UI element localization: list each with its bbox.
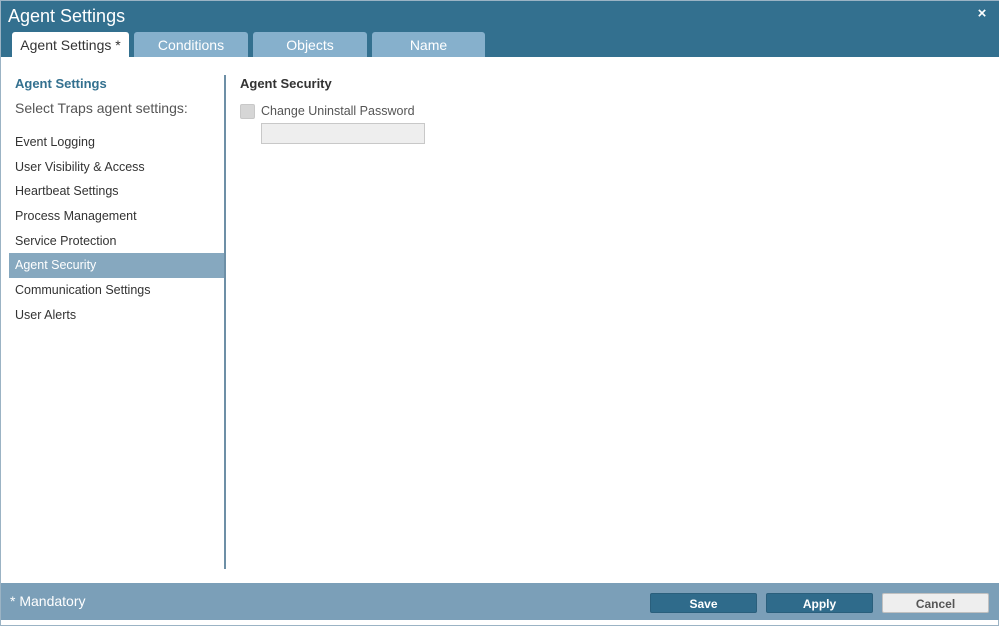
settings-content: Agent Security Change Uninstall Password: [240, 75, 980, 569]
sidebar-item-communication-settings[interactable]: Communication Settings: [9, 278, 224, 303]
title-bar: Agent Settings × Agent Settings * Condit…: [1, 1, 999, 57]
sidebar-item-user-visibility-access[interactable]: User Visibility & Access: [9, 155, 224, 180]
sidebar-item-user-alerts[interactable]: User Alerts: [9, 303, 224, 328]
agent-settings-dialog: Agent Settings × Agent Settings * Condit…: [0, 0, 999, 626]
tab-objects[interactable]: Objects: [253, 32, 367, 57]
dialog-title: Agent Settings: [8, 6, 126, 26]
sidebar-item-agent-security[interactable]: Agent Security: [9, 253, 224, 279]
change-uninstall-password-checkbox[interactable]: [240, 103, 255, 119]
cancel-button[interactable]: Cancel: [882, 593, 989, 613]
close-icon[interactable]: ×: [974, 6, 990, 22]
tab-conditions[interactable]: Conditions: [134, 32, 248, 57]
settings-sidebar: Agent Settings Select Traps agent settin…: [9, 75, 226, 569]
apply-button[interactable]: Apply: [766, 593, 873, 613]
save-button[interactable]: Save: [650, 593, 757, 613]
dialog-footer: * Mandatory Save Apply Cancel: [1, 583, 999, 620]
sidebar-subheading: Select Traps agent settings:: [15, 100, 188, 116]
sidebar-item-service-protection[interactable]: Service Protection: [9, 229, 224, 254]
section-title: Agent Security: [240, 76, 332, 91]
tab-name[interactable]: Name: [372, 32, 485, 57]
settings-nav-list: Event Logging User Visibility & Access H…: [9, 130, 224, 328]
tab-agent-settings[interactable]: Agent Settings *: [12, 32, 129, 57]
dialog-body: Agent Settings Select Traps agent settin…: [1, 57, 999, 583]
sidebar-item-heartbeat-settings[interactable]: Heartbeat Settings: [9, 179, 224, 204]
change-uninstall-password-row[interactable]: Change Uninstall Password: [240, 103, 415, 119]
uninstall-password-input[interactable]: [261, 123, 425, 144]
sidebar-item-process-management[interactable]: Process Management: [9, 204, 224, 229]
change-uninstall-password-label: Change Uninstall Password: [261, 104, 415, 118]
sidebar-item-event-logging[interactable]: Event Logging: [9, 130, 224, 155]
mandatory-note: * Mandatory: [10, 593, 86, 609]
sidebar-heading: Agent Settings: [15, 76, 107, 91]
